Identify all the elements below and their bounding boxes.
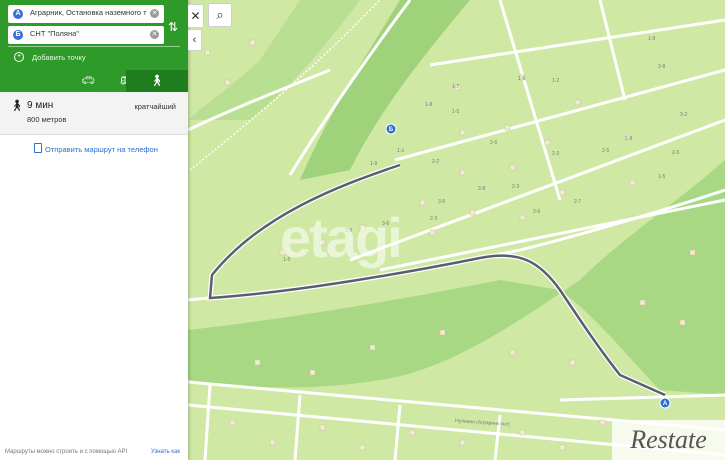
svg-text:A: A — [663, 401, 668, 407]
route-panel: A Аграрник, Остановка наземного т ✕ Б СН… — [0, 0, 188, 460]
panel-footer: Маршруты можно строить и с помощью API У… — [0, 447, 188, 460]
plot-label: 2-7 — [574, 199, 581, 205]
route-time: 9 мин — [27, 100, 54, 111]
search-button[interactable]: ⌕ — [208, 3, 232, 27]
plot-label: 2-3 — [552, 151, 559, 157]
walk-icon: 🚶︎ — [150, 75, 164, 87]
from-field[interactable]: A Аграрник, Остановка наземного т ✕ — [8, 5, 164, 23]
transport-modes: 🚗︎ 🚌︎ 🚶︎ — [0, 70, 188, 92]
route-distance: 800 метров — [27, 115, 67, 124]
etagi-watermark: etagi — [280, 206, 403, 269]
walk-icon: 🚶︎ — [10, 100, 24, 112]
add-point-label: Добавить точку — [32, 53, 86, 62]
marker-a[interactable]: A — [659, 397, 671, 409]
plot-label: 3-8 — [658, 64, 665, 70]
plot-label: 2-3 — [512, 184, 519, 190]
search-icon: ⌕ — [216, 7, 224, 22]
restate-watermark: Restate — [612, 420, 725, 460]
plot-label: 2-2 — [432, 159, 439, 165]
phone-icon — [34, 143, 42, 153]
send-to-phone-label: Отправить маршрут на телефон — [45, 145, 158, 154]
plot-label: 1-6 — [518, 76, 525, 82]
close-icon: ✕ — [190, 9, 201, 23]
plot-label: 1-8 — [425, 102, 432, 108]
clear-from-icon[interactable]: ✕ — [150, 9, 159, 18]
plot-label: 2-6 — [533, 209, 540, 215]
to-input-text[interactable]: СНТ "Поляна" — [30, 29, 148, 38]
marker-b[interactable]: Б — [385, 123, 397, 135]
add-point-button[interactable]: + Добавить точку — [8, 46, 180, 67]
plot-label: 3-8 — [478, 186, 485, 192]
plot-label: 1-5 — [658, 174, 665, 180]
api-link[interactable]: Узнать как — [151, 449, 180, 455]
plot-label: 2-5 — [602, 148, 609, 154]
plot-label: 1-9 — [370, 161, 377, 167]
marker-a-icon: A — [13, 9, 23, 19]
plot-label: 1-9 — [648, 36, 655, 42]
api-text: Маршруты можно строить и с помощью API — [5, 449, 128, 455]
send-to-phone-link[interactable]: Отправить маршрут на телефон — [34, 143, 158, 154]
plot-label: 2-3 — [430, 216, 437, 222]
route-form: A Аграрник, Остановка наземного т ✕ Б СН… — [0, 0, 188, 92]
plot-label: 1-1 — [397, 148, 404, 154]
plot-label: 3-5 — [438, 199, 445, 205]
swap-route-icon[interactable]: ⇅ — [168, 16, 178, 38]
plot-label: 1-5 — [452, 109, 459, 115]
plot-label: 3-2 — [680, 112, 687, 118]
plus-icon: + — [14, 52, 24, 62]
from-input-text[interactable]: Аграрник, Остановка наземного т — [30, 8, 148, 17]
chevron-left-icon: ‹ — [192, 34, 197, 46]
plot-label: 2-5 — [672, 150, 679, 156]
svg-text:Б: Б — [389, 127, 394, 133]
to-field[interactable]: Б СНТ "Поляна" ✕ — [8, 26, 164, 44]
plot-label: 1-2 — [552, 78, 559, 84]
marker-b-icon: Б — [13, 30, 23, 40]
clear-to-icon[interactable]: ✕ — [150, 30, 159, 39]
route-result[interactable]: 🚶︎ 9 мин 800 метров кратчайший — [0, 92, 188, 135]
plot-label: 2-6 — [490, 140, 497, 146]
close-route-button[interactable]: ✕ — [188, 4, 204, 28]
route-tag: кратчайший — [134, 102, 176, 111]
car-icon: 🚗︎ — [81, 75, 95, 87]
collapse-panel-button[interactable]: ‹ — [188, 29, 202, 51]
mode-walk-button[interactable]: 🚶︎ — [126, 70, 188, 92]
plot-label: 2-8 — [625, 136, 632, 142]
plot-label: 1-7 — [452, 84, 459, 90]
